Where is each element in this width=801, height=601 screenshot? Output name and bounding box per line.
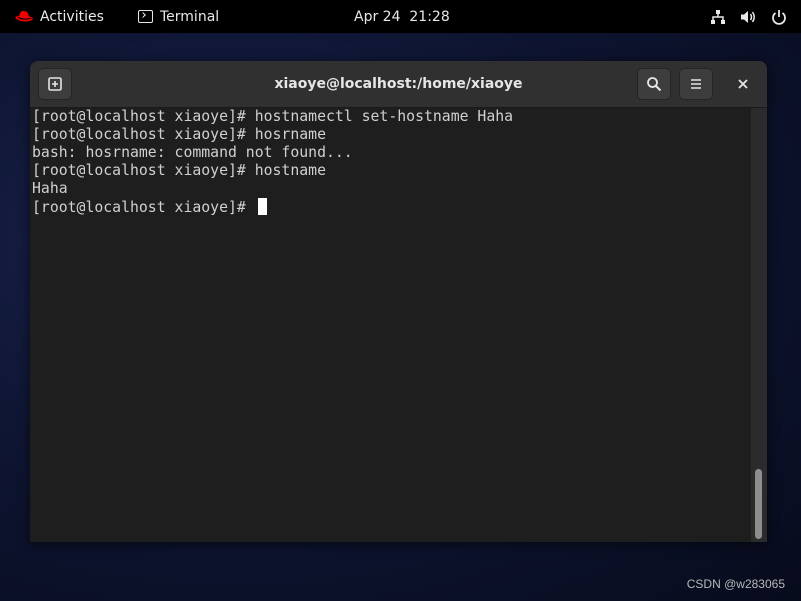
volume-icon [741, 10, 755, 23]
clock-button[interactable]: Apr 24 21:28 [354, 0, 450, 33]
app-menu-label: Terminal [160, 8, 220, 25]
terminal-icon [138, 10, 153, 23]
power-icon [772, 9, 786, 25]
network-icon [711, 9, 725, 24]
close-button[interactable] [727, 68, 759, 100]
terminal-line: [root@localhost xiaoye]# hostnamectl set… [32, 108, 514, 125]
activities-label: Activities [40, 8, 104, 25]
new-tab-icon [48, 77, 62, 91]
terminal-line: Haha [32, 180, 68, 197]
menu-button[interactable] [679, 68, 713, 100]
search-icon [647, 77, 662, 92]
new-tab-button[interactable] [38, 68, 72, 100]
close-icon [738, 79, 748, 89]
system-tray[interactable] [710, 0, 787, 33]
clock-label: Apr 24 21:28 [354, 8, 450, 25]
terminal-line: [root@localhost xiaoye]# hostname [32, 162, 326, 179]
menu-icon [691, 79, 701, 89]
search-button[interactable] [637, 68, 671, 100]
watermark-text: CSDN @w283065 [686, 577, 785, 591]
terminal-line: bash: hosrname: command not found... [32, 144, 353, 161]
terminal-window: xiaoye@localhost:/home/xiaoye [root@loca… [30, 61, 767, 542]
terminal-line: [root@localhost xiaoye]# hosrname [32, 126, 326, 143]
scrollbar-thumb[interactable] [755, 469, 762, 539]
redhat-logo-icon [15, 10, 33, 21]
top-bar: Activities Terminal Apr 24 21:28 [0, 0, 801, 33]
window-title: xiaoye@localhost:/home/xiaoye [274, 76, 523, 92]
activities-button[interactable]: Activities [14, 0, 104, 33]
terminal-output[interactable]: [root@localhost xiaoye]# hostnamectl set… [30, 108, 750, 542]
app-menu-button[interactable]: Terminal [138, 0, 219, 33]
text-cursor [257, 198, 267, 215]
prompt-text: [root@localhost xiaoye]# [32, 199, 255, 216]
terminal-prompt-line: [root@localhost xiaoye]# [32, 198, 750, 216]
header-bar[interactable]: xiaoye@localhost:/home/xiaoye [30, 61, 767, 108]
